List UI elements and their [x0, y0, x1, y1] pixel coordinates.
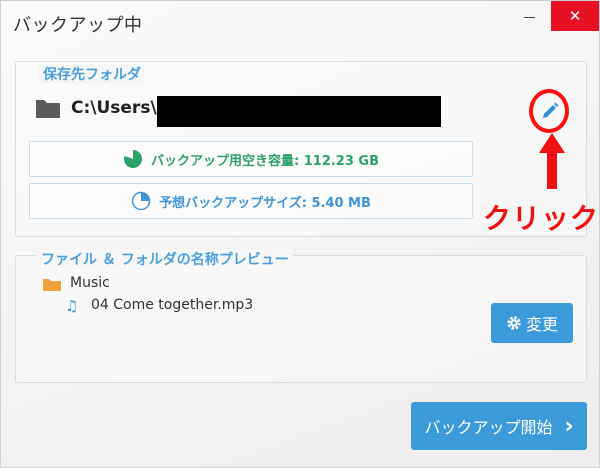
free-space-label: バックアップ用空き容量: 112.23 GB — [151, 153, 379, 169]
redacted-path — [157, 96, 441, 127]
change-button-label: 変更 — [525, 315, 558, 334]
change-button[interactable]: 変更 — [491, 303, 573, 343]
pie-chart-icon — [131, 191, 151, 211]
minimize-icon — [523, 16, 535, 18]
destination-path: C:\Users\ — [71, 98, 157, 118]
title-bar: バックアップ中 ✕ — [1, 1, 599, 45]
chevron-right-icon: › — [564, 413, 574, 439]
up-arrow-icon — [539, 133, 565, 189]
free-space-box: バックアップ用空き容量: 112.23 GB — [29, 141, 473, 177]
start-backup-label: バックアップ開始 — [424, 418, 553, 437]
gear-icon — [507, 316, 521, 330]
start-backup-button[interactable]: バックアップ開始 › — [411, 402, 587, 450]
minimize-button[interactable] — [507, 1, 551, 31]
click-annotation: クリック — [483, 202, 600, 235]
music-note-icon: ♫ — [65, 297, 79, 315]
estimated-size-box: 予想バックアップサイズ: 5.40 MB — [29, 183, 473, 219]
backup-window: バックアップ中 ✕ 保存先フォルダ C:\Users\ クリック バックアップ用… — [0, 0, 600, 468]
folder-icon — [36, 100, 60, 118]
window-title: バックアップ中 — [13, 15, 143, 36]
pencil-icon[interactable] — [540, 101, 560, 121]
preview-folder-name: Music — [70, 275, 110, 291]
preview-file-name: 04 Come together.mp3 — [91, 297, 254, 313]
destination-legend: 保存先フォルダ — [39, 64, 145, 84]
pie-chart-icon — [124, 149, 142, 168]
estimated-size-label: 予想バックアップサイズ: 5.40 MB — [159, 195, 371, 211]
close-button[interactable]: ✕ — [551, 1, 599, 31]
preview-legend: ファイル ＆ フォルダの名称プレビュー — [37, 249, 293, 269]
folder-icon — [43, 279, 61, 291]
